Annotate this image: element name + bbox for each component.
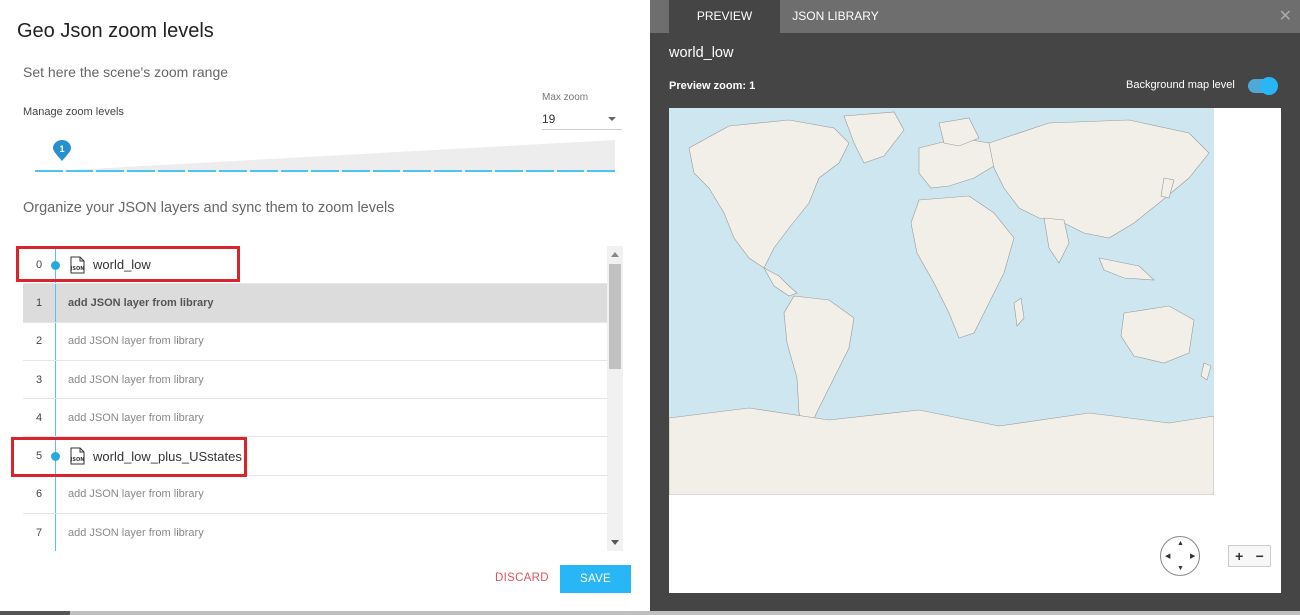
json-layer-list: 0 JSON world_low 1 add JSON layer from l… [23, 246, 607, 551]
zoom-in-button[interactable]: + [1229, 546, 1250, 566]
layer-row-7[interactable]: 7 add JSON layer from library [23, 514, 607, 551]
pan-control[interactable]: ▲ ▼ ◀ ▶ [1160, 536, 1200, 576]
manage-zoom-label: Manage zoom levels [23, 106, 124, 118]
preview-layer-title: world_low [669, 45, 734, 61]
layer-index: 1 [35, 296, 43, 309]
preview-zoom-label: Preview zoom: 1 [669, 80, 756, 92]
layer-list-scrollbar[interactable] [607, 246, 623, 551]
max-zoom-select[interactable]: 19 [542, 108, 622, 130]
layer-row-1[interactable]: 1 add JSON layer from library [23, 284, 607, 323]
pan-down-icon[interactable]: ▼ [1177, 565, 1184, 572]
max-zoom-label: Max zoom [542, 92, 589, 103]
chevron-down-icon [608, 117, 616, 121]
zoom-handle-value: 1 [59, 144, 65, 154]
save-button[interactable]: SAVE [560, 565, 631, 593]
pan-up-icon[interactable]: ▲ [1177, 540, 1184, 547]
layer-index: 3 [35, 373, 43, 386]
layer-dot [51, 261, 60, 270]
layer-name: world_low_plus_USstates [93, 448, 242, 464]
layer-row-5[interactable]: 5 JSON world_low_plus_USstates [23, 437, 607, 476]
layer-row-3[interactable]: 3 add JSON layer from library [23, 360, 607, 400]
page-title: Geo Json zoom levels [17, 20, 214, 42]
layer-name: world_low [93, 257, 151, 273]
toggle-knob [1260, 77, 1278, 95]
add-layer-link[interactable]: add JSON layer from library [68, 488, 204, 500]
layer-index: 2 [35, 335, 43, 348]
preview-panel: PREVIEW JSON LIBRARY ✕ world_low Preview… [650, 0, 1300, 611]
layer-row-0[interactable]: 0 JSON world_low [23, 246, 607, 285]
bottom-strip [0, 611, 1300, 615]
scroll-thumb[interactable] [609, 264, 621, 369]
add-layer-link[interactable]: add JSON layer from library [68, 297, 214, 309]
pan-right-icon[interactable]: ▶ [1190, 552, 1195, 560]
layer-row-4[interactable]: 4 add JSON layer from library [23, 399, 607, 438]
layer-row-2[interactable]: 2 add JSON layer from library [23, 322, 607, 361]
tab-json-library[interactable]: JSON LIBRARY [780, 0, 891, 33]
layer-dot [51, 452, 60, 462]
zoom-range-subtitle: Set here the scene's zoom range [23, 64, 229, 80]
layer-index: 7 [35, 526, 43, 539]
map-zoom-control: + − [1228, 545, 1271, 567]
layer-index: 6 [35, 488, 43, 501]
layer-index: 4 [35, 411, 43, 424]
map-preview[interactable]: ▲ ▼ ◀ ▶ + − [669, 108, 1281, 593]
add-layer-link[interactable]: add JSON layer from library [68, 527, 204, 539]
scroll-up-arrow-icon[interactable] [611, 252, 619, 257]
svg-text:JSON: JSON [70, 457, 85, 463]
pan-left-icon[interactable]: ◀ [1165, 552, 1170, 560]
world-map[interactable] [669, 108, 1214, 495]
zoom-range-ramp [35, 138, 615, 174]
zoom-level-track[interactable] [35, 170, 616, 173]
layer-row-6[interactable]: 6 add JSON layer from library [23, 475, 607, 515]
max-zoom-value: 19 [542, 112, 556, 126]
tab-preview[interactable]: PREVIEW [669, 0, 780, 33]
discard-button[interactable]: DISCARD [495, 572, 549, 584]
zoom-levels-panel: Geo Json zoom levels Set here the scene'… [0, 0, 650, 615]
background-map-label: Background map level [1126, 79, 1235, 91]
background-map-toggle[interactable] [1248, 77, 1278, 95]
close-icon[interactable]: ✕ [1279, 6, 1292, 26]
add-layer-link[interactable]: add JSON layer from library [68, 412, 204, 424]
svg-text:JSON: JSON [70, 266, 85, 272]
zoom-out-button[interactable]: − [1250, 546, 1271, 566]
json-file-icon: JSON [68, 447, 86, 465]
add-layer-link[interactable]: add JSON layer from library [68, 335, 204, 347]
zoom-level-handle[interactable]: 1 [52, 140, 72, 162]
scroll-down-arrow-icon[interactable] [611, 540, 619, 545]
organize-layers-label: Organize your JSON layers and sync them … [23, 200, 395, 216]
tab-bar: PREVIEW JSON LIBRARY ✕ [650, 0, 1300, 33]
add-layer-link[interactable]: add JSON layer from library [68, 374, 204, 386]
json-file-icon: JSON [68, 256, 86, 274]
